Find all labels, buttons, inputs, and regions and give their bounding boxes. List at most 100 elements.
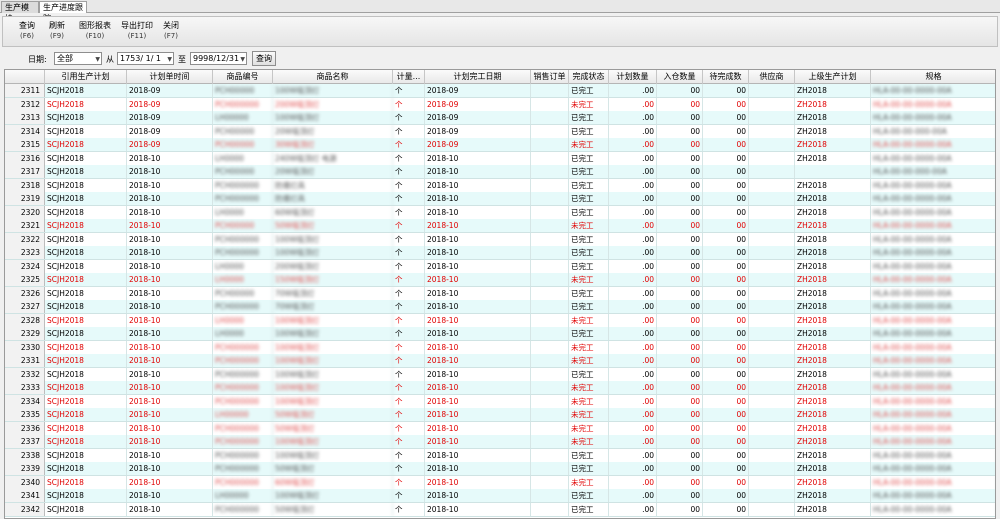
col-header[interactable]: 入仓数量 bbox=[657, 70, 703, 84]
table-row[interactable]: 2312 SCJH2018 2018-09 PCH000000 200W吸顶灯个 2018… bbox=[5, 97, 995, 112]
col-header[interactable]: 计划数量 bbox=[609, 70, 657, 84]
finish-date-cell: 2018-10 bbox=[425, 232, 531, 246]
table-row[interactable]: 2337 SCJH2018 2018-10 PCH000000 100W吸顶灯个 2018… bbox=[5, 435, 995, 449]
date-range-select[interactable]: 全部 ▼ bbox=[54, 52, 102, 65]
table-row[interactable]: 2339 SCJH2018 2018-10 PCH000000 50W吸顶灯个 2018-… bbox=[5, 462, 995, 476]
grid-header: 引用生产计划 计划单时间 商品编号 商品名称 计量... 计划完工日期 销售订单… bbox=[5, 70, 995, 84]
table-row[interactable]: 2326 SCJH2018 2018-10 PCH00000 70W吸顶灯个 2018-1… bbox=[5, 286, 995, 301]
plan-ref-cell: SCJH2018 bbox=[45, 124, 127, 138]
table-row[interactable]: 2318 SCJH2018 2018-10 PCH000000 防爆灯具个 2018-10… bbox=[5, 178, 995, 193]
parent-plan-cell: ZH2018 bbox=[795, 502, 871, 516]
table-row[interactable]: 2313 SCJH2018 2018-09 LH00000 100W吸顶灯个 2018-0… bbox=[5, 111, 995, 125]
query-button[interactable]: 查询 (F6) bbox=[17, 21, 37, 41]
col-header[interactable]: 计量... bbox=[393, 70, 425, 84]
table-row[interactable]: 2325 SCJH2018 2018-10 LH0000 150W吸顶灯个 2018-10… bbox=[5, 273, 995, 287]
table-row[interactable]: 2324 SCJH2018 2018-10 LH0000 200W吸顶灯个 2018-10… bbox=[5, 259, 995, 274]
spec-cell: HLA-00-00-0000-00A bbox=[871, 300, 995, 313]
product-code-cell: LH00000 bbox=[213, 408, 273, 421]
product-code-cell: LH00000 bbox=[213, 489, 273, 502]
product-name-cell: 60W吸顶灯 bbox=[273, 205, 393, 219]
col-header[interactable]: 待完成数 bbox=[703, 70, 749, 84]
close-button[interactable]: 关闭 (F7) bbox=[161, 21, 181, 41]
table-row[interactable]: 2330 SCJH2018 2018-10 PCH000000 100W吸顶灯个 2018… bbox=[5, 340, 995, 355]
plan-qty-cell: .00 bbox=[609, 300, 657, 313]
stock-in-cell: 00 bbox=[657, 381, 703, 394]
chart-report-button[interactable]: 图形报表 (F10) bbox=[77, 21, 113, 41]
pending-cell: 00 bbox=[703, 165, 749, 178]
status-cell: 未完工 bbox=[569, 138, 609, 151]
table-row[interactable]: 2329 SCJH2018 2018-10 LH0000 100W吸顶灯个 2018-10… bbox=[5, 327, 995, 341]
empty-cell bbox=[749, 151, 795, 165]
close-button-key: (F7) bbox=[164, 32, 178, 40]
tab-production-module[interactable]: 生产模块 bbox=[1, 1, 39, 23]
export-print-button[interactable]: 导出打印 (F11) bbox=[119, 21, 155, 41]
table-row[interactable]: 2331 SCJH2018 2018-10 PCH000000 100W吸顶灯个 2018… bbox=[5, 354, 995, 368]
row-number: 2316 bbox=[5, 151, 45, 165]
unit-cell: 个 bbox=[393, 340, 425, 354]
col-header[interactable]: 计划完工日期 bbox=[425, 70, 531, 84]
col-header[interactable]: 规格 bbox=[871, 70, 995, 84]
product-name-cell: 20W吸顶灯 bbox=[273, 124, 393, 138]
empty-cell bbox=[749, 273, 795, 286]
pending-cell: 00 bbox=[703, 219, 749, 232]
table-row[interactable]: 2316 SCJH2018 2018-10 LH0000 240W吸顶灯 电源个 2018… bbox=[5, 151, 995, 166]
table-row[interactable]: 2320 SCJH2018 2018-10 LH0000 60W吸顶灯个 2018-10 已… bbox=[5, 205, 995, 220]
plan-qty-cell: .00 bbox=[609, 448, 657, 462]
tab-progress-tracking[interactable]: 生产进度跟踪 bbox=[39, 1, 87, 23]
table-row[interactable]: 2341 SCJH2018 2018-10 LH00000 100W吸顶灯个 2018-1… bbox=[5, 489, 995, 503]
pending-cell: 00 bbox=[703, 435, 749, 448]
col-header[interactable]: 引用生产计划 bbox=[45, 70, 127, 84]
empty-cell bbox=[531, 381, 569, 394]
table-row[interactable]: 2322 SCJH2018 2018-10 PCH000000 100W吸顶灯个 2018… bbox=[5, 232, 995, 247]
table-row[interactable]: 2317 SCJH2018 2018-10 PCH00000 20W吸顶灯个 2018-1… bbox=[5, 165, 995, 179]
table-row[interactable]: 2342 SCJH2018 2018-10 PCH000000 50W吸顶灯个 2018-… bbox=[5, 502, 995, 517]
to-date-picker[interactable]: 9998/12/31 ▼ bbox=[190, 52, 247, 65]
table-row[interactable]: 2335 SCJH2018 2018-10 LH00000 50W吸顶灯个 2018-10… bbox=[5, 408, 995, 422]
plan-ref-cell: SCJH2018 bbox=[45, 111, 127, 124]
from-date-picker[interactable]: 1753/ 1/ 1 ▼ bbox=[117, 52, 174, 65]
table-row[interactable]: 2333 SCJH2018 2018-10 PCH000000 100W吸顶灯个 2018… bbox=[5, 381, 995, 395]
table-row[interactable]: 2319 SCJH2018 2018-10 PCH000000 防爆灯具个 2018-10… bbox=[5, 192, 995, 206]
plan-qty-cell: .00 bbox=[609, 205, 657, 219]
pending-cell: 00 bbox=[703, 192, 749, 205]
product-code-cell: LH0000 bbox=[213, 327, 273, 340]
col-header[interactable]: 上级生产计划 bbox=[795, 70, 871, 84]
table-row[interactable]: 2336 SCJH2018 2018-10 PCH000000 50W吸顶灯个 2018-… bbox=[5, 421, 995, 436]
spec-cell: HLA-00-00-0000-00A bbox=[871, 354, 995, 367]
spec-cell: HLA-00-00-0000-00A bbox=[871, 395, 995, 408]
refresh-button[interactable]: 刷新 (F9) bbox=[47, 21, 67, 41]
col-header[interactable]: 商品名称 bbox=[273, 70, 393, 84]
row-number: 2321 bbox=[5, 219, 45, 232]
table-row[interactable]: 2328 SCJH2018 2018-10 LH0000 100W吸顶灯个 2018-10… bbox=[5, 313, 995, 328]
finish-date-cell: 2018-10 bbox=[425, 273, 531, 286]
col-header[interactable]: 完成状态 bbox=[569, 70, 609, 84]
finish-date-cell: 2018-09 bbox=[425, 124, 531, 138]
table-row[interactable]: 2327 SCJH2018 2018-10 PCH000000 70W吸顶灯个 2018-… bbox=[5, 300, 995, 314]
table-row[interactable]: 2340 SCJH2018 2018-10 PCH000000 60W吸顶灯个 2018-… bbox=[5, 475, 995, 490]
filter-query-button[interactable]: 查询 bbox=[252, 51, 276, 66]
col-header[interactable]: 供应商 bbox=[749, 70, 795, 84]
table-row[interactable]: 2321 SCJH2018 2018-10 PCH00000 50W吸顶灯个 2018-1… bbox=[5, 219, 995, 233]
col-header[interactable]: 计划单时间 bbox=[127, 70, 213, 84]
table-row[interactable]: 2315 SCJH2018 2018-09 PCH00000 30W吸顶灯个 2018-0… bbox=[5, 138, 995, 152]
parent-plan-cell: ZH2018 bbox=[795, 381, 871, 394]
parent-plan-cell: ZH2018 bbox=[795, 219, 871, 232]
finish-date-cell: 2018-10 bbox=[425, 165, 531, 178]
empty-cell bbox=[531, 313, 569, 327]
unit-cell: 个 bbox=[393, 408, 425, 421]
table-row[interactable]: 2311 SCJH2018 2018-09 PCH00000 100W吸顶灯个 2018-… bbox=[5, 84, 995, 98]
plan-ref-cell: SCJH2018 bbox=[45, 286, 127, 300]
empty-cell bbox=[531, 421, 569, 435]
table-row[interactable]: 2334 SCJH2018 2018-10 PCH000000 100W吸顶灯个 2018… bbox=[5, 394, 995, 409]
plan-ref-cell: SCJH2018 bbox=[45, 219, 127, 232]
col-header[interactable]: 商品编号 bbox=[213, 70, 273, 84]
table-row[interactable]: 2338 SCJH2018 2018-10 PCH000000 100W吸顶灯个 2018… bbox=[5, 448, 995, 463]
stock-in-cell: 00 bbox=[657, 502, 703, 516]
product-code-cell: PCH000000 bbox=[213, 232, 273, 246]
table-row[interactable]: 2323 SCJH2018 2018-10 PCH000000 100W吸顶灯个 2018… bbox=[5, 246, 995, 260]
pending-cell: 00 bbox=[703, 462, 749, 475]
col-header[interactable]: 销售订单 bbox=[531, 70, 569, 84]
table-row[interactable]: 2332 SCJH2018 2018-10 PCH000000 100W吸顶灯个 2018… bbox=[5, 367, 995, 382]
table-row[interactable]: 2314 SCJH2018 2018-09 PCH00000 20W吸顶灯个 2018-0… bbox=[5, 124, 995, 139]
product-name-cell: 100W吸顶灯 bbox=[273, 246, 393, 259]
